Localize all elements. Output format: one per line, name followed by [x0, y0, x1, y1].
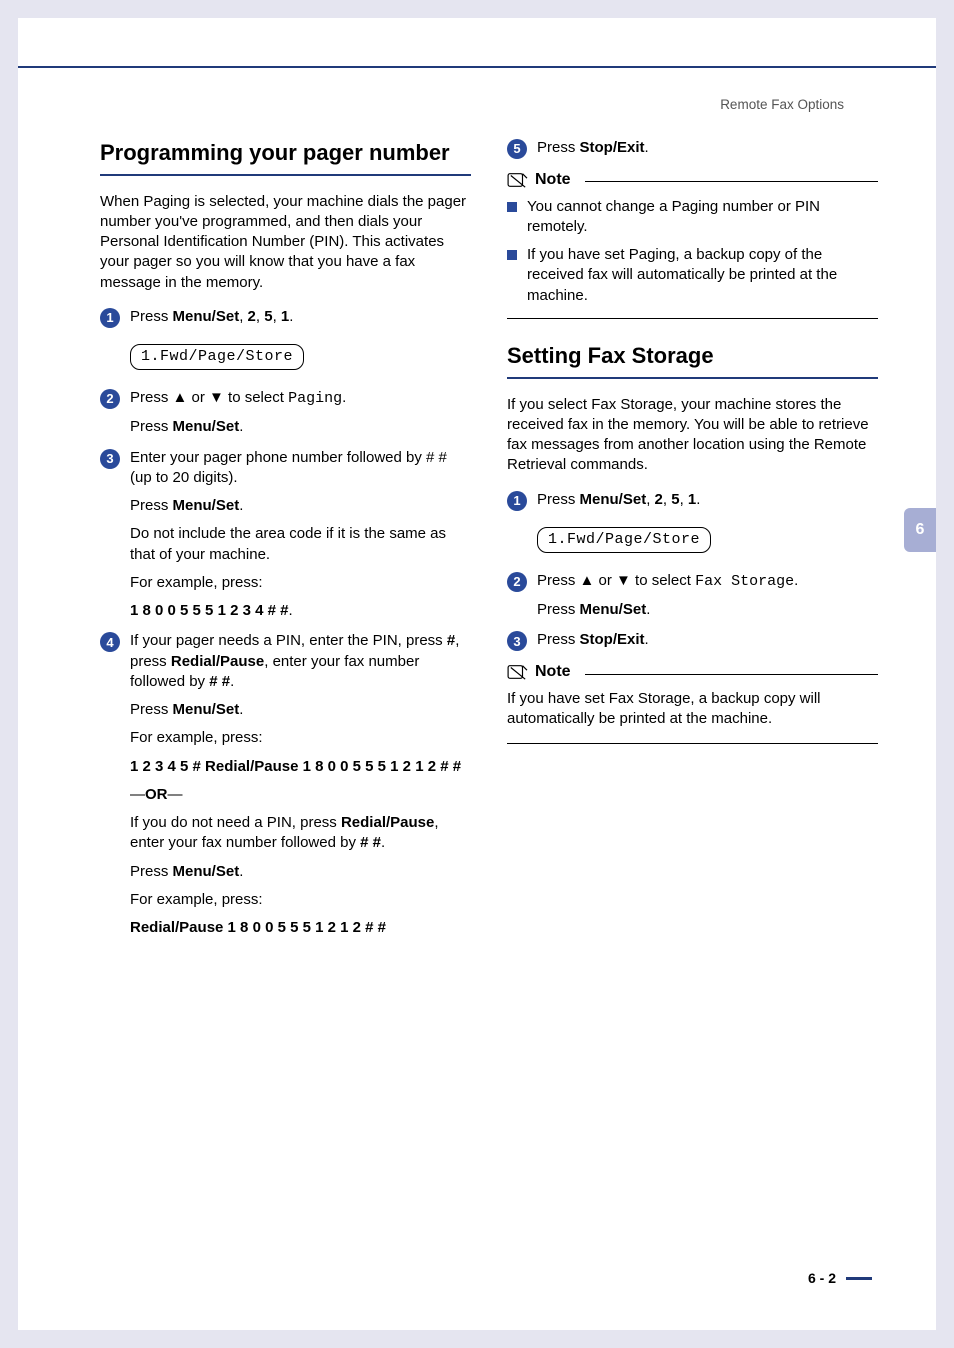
lcd-display-2: 1.Fwd/Page/Store [537, 521, 878, 563]
step-2: 2 Press ▲ or ▼ to select Paging. Press M… [100, 388, 471, 438]
footer: 6 - 2 [808, 1269, 872, 1288]
section-divider [507, 743, 878, 744]
fax-storage-intro: If you select Fax Storage, your machine … [507, 395, 878, 476]
intro-paragraph: When Paging is selected, your machine di… [100, 192, 471, 293]
heading-rule [100, 174, 471, 176]
step-2-line2: Press Menu/Set. [130, 417, 471, 437]
step-4-p7: For example, press: [130, 890, 471, 910]
step-4-p3: For example, press: [130, 728, 471, 748]
fs-step-1: 1 Press Menu/Set, 2, 5, 1. [507, 490, 878, 511]
step-badge-4: 4 [100, 632, 120, 652]
step-badge-1: 1 [100, 308, 120, 328]
fs-step-2-line1: Press ▲ or ▼ to select Fax Storage. [537, 571, 878, 592]
step-1: 1 Press Menu/Set, 2, 5, 1. [100, 307, 471, 328]
fs-step-2: 2 Press ▲ or ▼ to select Fax Storage. Pr… [507, 571, 878, 621]
step-5-text: Press Stop/Exit. [537, 138, 878, 158]
step-badge-2: 2 [507, 572, 527, 592]
step-badge-3: 3 [507, 631, 527, 651]
fs-step-3-text: Press Stop/Exit. [537, 630, 878, 650]
step-badge-2: 2 [100, 389, 120, 409]
step-4-p1: If your pager needs a PIN, enter the PIN… [130, 631, 471, 692]
lcd-display-1: 1.Fwd/Page/Store [130, 338, 471, 380]
step-4-p4: 1 2 3 4 5 # Redial/Pause 1 8 0 0 5 5 5 1… [130, 757, 471, 777]
note-icon [507, 171, 529, 189]
step-4-or: —OR— [130, 785, 471, 805]
step-3-p2: Press Menu/Set. [130, 496, 471, 516]
note-label: Note [535, 661, 571, 683]
bullet-square-icon [507, 202, 517, 212]
note-1-item-1: You cannot change a Paging number or PIN… [507, 197, 878, 238]
step-3: 3 Enter your pager phone number followed… [100, 448, 471, 622]
step-4-p8: Redial/Pause 1 8 0 0 5 5 5 1 2 1 2 # # [130, 918, 471, 938]
note-heading-1: Note [507, 169, 878, 191]
left-column: Programming your pager number When Pagin… [100, 138, 471, 948]
heading-programming-pager: Programming your pager number [100, 138, 471, 168]
step-2-line1: Press ▲ or ▼ to select Paging. [130, 388, 471, 409]
page: Remote Fax Options 6 Programming your pa… [18, 18, 936, 1330]
step-5: 5 Press Stop/Exit. [507, 138, 878, 159]
fs-step-2-line2: Press Menu/Set. [537, 600, 878, 620]
step-3-p1: Enter your pager phone number followed b… [130, 448, 471, 489]
step-badge-1: 1 [507, 491, 527, 511]
fs-step-1-text: Press Menu/Set, 2, 5, 1. [537, 490, 878, 510]
content: Programming your pager number When Pagin… [18, 18, 936, 948]
note-1-list: You cannot change a Paging number or PIN… [507, 197, 878, 306]
note-rule [585, 181, 878, 182]
note-2-text: If you have set Fax Storage, a backup co… [507, 689, 878, 730]
note-1-item-2: If you have set Paging, a backup copy of… [507, 245, 878, 306]
step-4-p2: Press Menu/Set. [130, 700, 471, 720]
note-icon [507, 663, 529, 681]
step-badge-3: 3 [100, 449, 120, 469]
page-number: 6 - 2 [808, 1269, 836, 1288]
step-3-p5: 1 8 0 0 5 5 5 1 2 3 4 # #. [130, 601, 471, 621]
heading-fax-storage: Setting Fax Storage [507, 341, 878, 371]
step-1-text: Press Menu/Set, 2, 5, 1. [130, 307, 471, 327]
fs-step-3: 3 Press Stop/Exit. [507, 630, 878, 651]
footer-bar-icon [846, 1277, 872, 1280]
chapter-tab: 6 [904, 508, 936, 552]
bullet-square-icon [507, 250, 517, 260]
step-4-p6: Press Menu/Set. [130, 862, 471, 882]
note-heading-2: Note [507, 661, 878, 683]
section-divider [507, 318, 878, 319]
step-4-p5: If you do not need a PIN, press Redial/P… [130, 813, 471, 854]
top-rule [18, 66, 936, 68]
step-3-p3: Do not include the area code if it is th… [130, 524, 471, 565]
step-4: 4 If your pager needs a PIN, enter the P… [100, 631, 471, 938]
right-column: 5 Press Stop/Exit. Note You cannot chang… [507, 138, 878, 948]
heading-rule [507, 377, 878, 379]
step-3-p4: For example, press: [130, 573, 471, 593]
step-badge-5: 5 [507, 139, 527, 159]
note-label: Note [535, 169, 571, 191]
header-section: Remote Fax Options [720, 96, 844, 114]
note-rule [585, 674, 878, 675]
